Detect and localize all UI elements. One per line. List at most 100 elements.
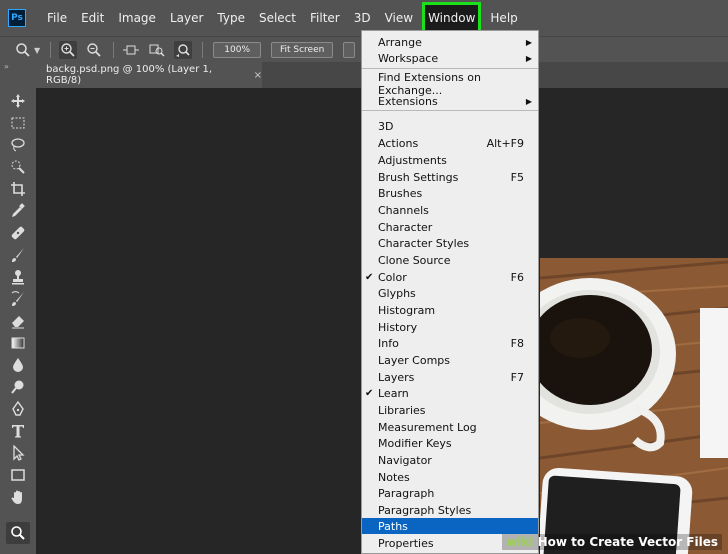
menu-item-glyphs[interactable]: Glyphs xyxy=(362,285,538,301)
menu-item-label: Character Styles xyxy=(378,236,470,250)
resize-windows-icon[interactable] xyxy=(122,41,140,59)
zoom-all-windows-icon[interactable] xyxy=(148,41,166,59)
menu-item-actions[interactable]: Actions Alt+F9 xyxy=(362,135,538,151)
eyedropper-tool-icon[interactable] xyxy=(9,202,27,220)
rectangle-tool-icon[interactable] xyxy=(9,466,27,484)
fit-screen-button[interactable]: Fit Screen xyxy=(271,42,334,58)
path-selection-tool-icon[interactable] xyxy=(9,444,27,462)
menu-item-navigator[interactable]: Navigator xyxy=(362,452,538,468)
zoom-100-button[interactable]: 100% xyxy=(213,42,262,58)
menu-edit[interactable]: Edit xyxy=(74,0,111,36)
zoom-tool-icon[interactable] xyxy=(6,522,30,544)
hand-tool-icon[interactable] xyxy=(9,488,27,506)
menu-item-label: Paragraph Styles xyxy=(378,503,472,517)
zoom-out-icon[interactable] xyxy=(85,41,103,59)
marquee-tool-icon[interactable] xyxy=(9,114,27,132)
menu-item-label: Measurement Log xyxy=(378,420,477,434)
document-tab-title: backg.psd.png @ 100% (Layer 1, RGB/8) xyxy=(46,64,213,86)
menu-item-layers[interactable]: Layers F7 xyxy=(362,369,538,385)
menu-item-label: History xyxy=(378,320,418,334)
menu-item-label: Histogram xyxy=(378,303,436,317)
menu-item-3d[interactable]: 3D xyxy=(362,118,538,134)
collapse-panel-icon[interactable]: » xyxy=(0,62,36,72)
submenu-arrow-icon: ▶ xyxy=(525,37,532,47)
menu-item-paths[interactable]: Paths xyxy=(362,518,538,534)
checkmark-icon: ✔ xyxy=(365,271,374,283)
menu-item-brush-settings[interactable]: Brush Settings F5 xyxy=(362,169,538,185)
menu-item-paragraph-styles[interactable]: Paragraph Styles xyxy=(362,502,538,518)
zoom-tool-icon[interactable] xyxy=(14,41,32,59)
zoom-in-icon[interactable] xyxy=(59,41,78,59)
menu-item-label: Info xyxy=(378,336,399,350)
close-tab-icon[interactable]: × xyxy=(254,70,262,81)
menu-item-clone-source[interactable]: Clone Source xyxy=(362,252,538,268)
document-tab[interactable]: backg.psd.png @ 100% (Layer 1, RGB/8) × xyxy=(36,62,262,88)
menu-item-character[interactable]: Character xyxy=(362,219,538,235)
menu-type[interactable]: Type xyxy=(210,0,252,36)
menu-item-label: Actions xyxy=(378,136,419,150)
blur-tool-icon[interactable] xyxy=(9,356,27,374)
menu-item-label: Brush Settings xyxy=(378,170,459,184)
menu-item-modifier-keys[interactable]: Modifier Keys xyxy=(362,435,538,451)
menu-item-color[interactable]: ✔ Color F6 xyxy=(362,269,538,285)
menu-image[interactable]: Image xyxy=(111,0,163,36)
fill-screen-button[interactable] xyxy=(343,42,356,58)
menu-item-history[interactable]: History xyxy=(362,319,538,335)
pen-tool-icon[interactable] xyxy=(9,400,27,418)
move-tool-icon[interactable] xyxy=(9,92,27,110)
history-brush-tool-icon[interactable] xyxy=(9,290,27,308)
crop-tool-icon[interactable] xyxy=(9,180,27,198)
brush-tool-icon[interactable] xyxy=(9,246,27,264)
menu-item-shortcut: F5 xyxy=(510,170,524,184)
submenu-arrow-icon: ▶ xyxy=(525,96,532,106)
menu-item-character-styles[interactable]: Character Styles xyxy=(362,235,538,251)
clone-stamp-tool-icon[interactable] xyxy=(9,268,27,286)
menu-item-label: Clone Source xyxy=(378,253,451,267)
menu-item-arrange[interactable]: Arrange ▶ xyxy=(362,34,538,50)
menu-item-label: Character xyxy=(378,220,433,234)
menu-item-info[interactable]: Info F8 xyxy=(362,335,538,351)
menu-item-label: Extensions xyxy=(378,94,438,108)
menu-item-label: Adjustments xyxy=(378,153,447,167)
menu-item-label: Brushes xyxy=(378,186,423,200)
menu-item-label: Channels xyxy=(378,203,429,217)
menu-item-measurement-log[interactable]: Measurement Log xyxy=(362,419,538,435)
scrubby-zoom-icon[interactable] xyxy=(174,41,193,59)
menu-item-channels[interactable]: Channels xyxy=(362,202,538,218)
type-tool-icon[interactable] xyxy=(9,422,27,440)
menu-item-adjustments[interactable]: Adjustments xyxy=(362,152,538,168)
menu-item-label: Navigator xyxy=(378,453,432,467)
menu-item-brushes[interactable]: Brushes xyxy=(362,185,538,201)
menu-item-libraries[interactable]: Libraries xyxy=(362,402,538,418)
menu-item-layer-comps[interactable]: Layer Comps xyxy=(362,352,538,368)
watermark: wiki How to Create Vector Files xyxy=(502,534,722,550)
menu-item-workspace[interactable]: Workspace ▶ xyxy=(362,50,538,66)
menu-item-label: Paths xyxy=(378,519,408,533)
menu-filter[interactable]: Filter xyxy=(303,0,347,36)
canvas-image xyxy=(540,258,728,554)
menu-item-label: 3D xyxy=(378,119,394,133)
menu-file[interactable]: File xyxy=(40,0,74,36)
menu-item-label: Arrange xyxy=(378,35,422,49)
menu-item-learn[interactable]: ✔ Learn xyxy=(362,385,538,401)
menu-item-extensions[interactable]: Extensions ▶ xyxy=(362,93,538,109)
quick-selection-tool-icon[interactable] xyxy=(9,158,27,176)
menu-item-label: Notes xyxy=(378,470,410,484)
menu-item-notes[interactable]: Notes xyxy=(362,469,538,485)
submenu-arrow-icon: ▶ xyxy=(525,53,532,63)
eraser-tool-icon[interactable] xyxy=(9,312,27,330)
menu-item-label: Workspace xyxy=(378,51,439,65)
menu-item-histogram[interactable]: Histogram xyxy=(362,302,538,318)
menu-layer[interactable]: Layer xyxy=(163,0,210,36)
menu-item-label: Modifier Keys xyxy=(378,436,452,450)
dodge-tool-icon[interactable] xyxy=(9,378,27,396)
tool-preset-chevron-icon[interactable]: ▼ xyxy=(34,46,40,55)
lasso-tool-icon[interactable] xyxy=(9,136,27,154)
menu-select[interactable]: Select xyxy=(252,0,303,36)
menu-item-find-extensions-on-exchange[interactable]: Find Extensions on Exchange... xyxy=(362,71,538,97)
gradient-tool-icon[interactable] xyxy=(9,334,27,352)
menu-item-paragraph[interactable]: Paragraph xyxy=(362,485,538,501)
healing-brush-tool-icon[interactable] xyxy=(9,224,27,242)
menu-item-label: Layers xyxy=(378,370,415,384)
menu-window[interactable]: Window xyxy=(422,2,482,34)
